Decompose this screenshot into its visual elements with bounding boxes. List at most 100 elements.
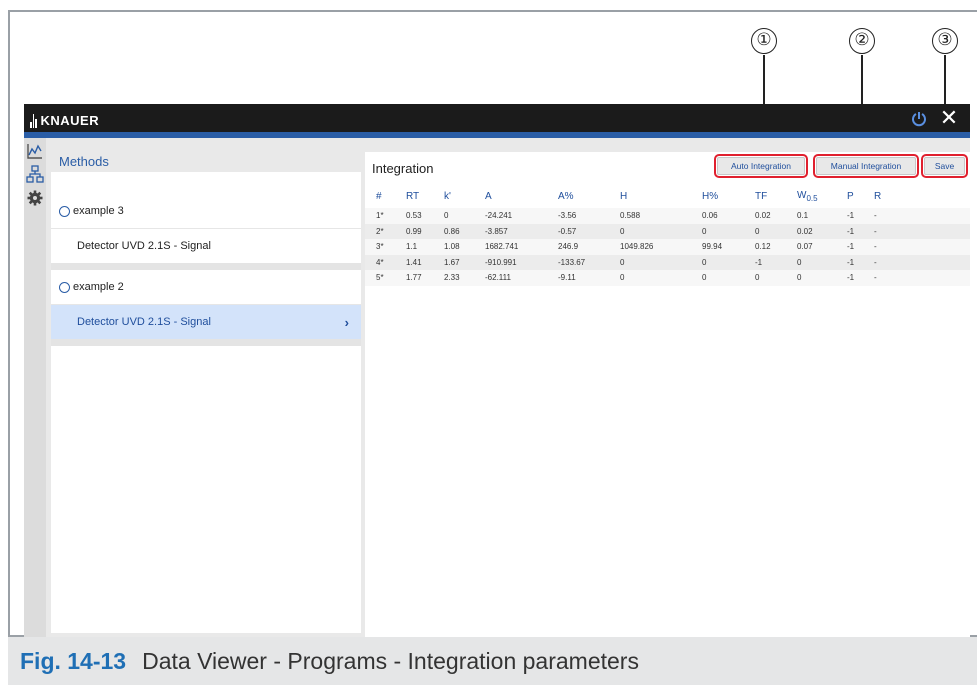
- column-header: R: [874, 191, 882, 202]
- column-header: RT: [406, 191, 420, 202]
- table-cell: -1: [755, 257, 763, 267]
- table-header-row: # RT k' A A% H H% TF W0.5 P R: [365, 185, 970, 208]
- table-cell: 0.588: [620, 211, 641, 221]
- column-header: TF: [755, 191, 768, 202]
- method-item-label: Detector UVD 2.1S - Signal: [77, 240, 211, 252]
- table-cell: 0.02: [755, 211, 771, 221]
- group-gap: [51, 263, 361, 270]
- table-cell: 1.77: [406, 273, 422, 283]
- table-cell: -3.56: [558, 211, 577, 221]
- method-item-detector-signal-selected[interactable]: Detector UVD 2.1S - Signal ›: [51, 305, 361, 339]
- table-cell: -1: [847, 226, 855, 236]
- table-cell: 0: [620, 226, 625, 236]
- table-cell: 3*: [376, 242, 384, 252]
- column-header: A: [485, 191, 492, 202]
- chart-icon[interactable]: [26, 142, 44, 160]
- table-cell: 0: [620, 257, 625, 267]
- method-group-example-2[interactable]: example 2: [51, 270, 361, 304]
- table-cell: 2.33: [444, 273, 460, 283]
- callout-2: ②: [849, 28, 875, 54]
- auto-integration-label: Auto Integration: [717, 157, 805, 175]
- table-cell: 0: [797, 273, 802, 283]
- manual-integration-label: Manual Integration: [816, 157, 916, 175]
- close-button[interactable]: ✕: [936, 107, 962, 129]
- table-row[interactable]: 1* 0.53 0 -24.241 -3.56 0.588 0.06 0.02 0.1 -1 -: [365, 208, 970, 224]
- subscript: 0.5: [806, 194, 818, 203]
- column-header: W0.5: [797, 190, 818, 203]
- brand-name: KNAUER: [40, 113, 100, 128]
- table-cell: -1: [847, 273, 855, 283]
- method-icon: [59, 205, 70, 217]
- save-label: Save: [924, 157, 965, 175]
- table-cell: 0: [444, 211, 449, 221]
- column-header: A%: [558, 191, 574, 202]
- method-item-detector-signal[interactable]: Detector UVD 2.1S - Signal: [51, 229, 361, 263]
- integration-title: Integration: [372, 161, 434, 176]
- table-cell: -910.991: [485, 257, 517, 267]
- gear-icon[interactable]: [26, 189, 44, 207]
- table-cell: 0: [797, 257, 802, 267]
- table-cell: -3.857: [485, 226, 508, 236]
- table-row[interactable]: 3* 1.1 1.08 1682.741 246.9 1049.826 99.94 0.12 0…: [365, 239, 970, 255]
- methods-title: Methods: [59, 154, 109, 169]
- chevron-right-icon: ›: [344, 315, 349, 330]
- table-cell: 4*: [376, 257, 384, 267]
- knauer-logo: KNAUER: [30, 113, 99, 128]
- callout-3: ③: [932, 28, 958, 54]
- table-body: 1* 0.53 0 -24.241 -3.56 0.588 0.06 0.02 0.1 -1-2*…: [365, 208, 970, 286]
- table-cell: -: [874, 273, 877, 283]
- network-icon[interactable]: [26, 165, 44, 183]
- knauer-app-window: KNAUER ✕ Methods example 3 Detector UVD …: [24, 104, 970, 653]
- table-cell: 0: [755, 226, 760, 236]
- table-cell: -9.11: [558, 273, 576, 283]
- table-cell: 0.06: [702, 211, 718, 221]
- table-cell: 246.9: [558, 242, 579, 252]
- figure-number: Fig. 14-13: [20, 647, 127, 674]
- column-header: P: [847, 191, 854, 202]
- table-cell: -: [874, 226, 877, 236]
- table-cell: 0.86: [444, 226, 460, 236]
- table-cell: 0: [702, 226, 707, 236]
- table-row[interactable]: 2* 0.99 0.86 -3.857 -0.57 0 0 0 0.02 -1 -: [365, 223, 970, 239]
- table-cell: 1.67: [444, 257, 460, 267]
- method-item-label: Detector UVD 2.1S - Signal: [77, 316, 211, 328]
- save-button[interactable]: Save: [921, 154, 968, 178]
- power-icon[interactable]: [910, 110, 928, 128]
- method-group-label: example 3: [73, 205, 124, 217]
- column-header: H: [620, 191, 628, 202]
- side-rail: [24, 138, 46, 637]
- table-cell: 0.07: [797, 242, 813, 252]
- table-row[interactable]: 4* 1.41 1.67 -910.991 -133.67 0 0 -1 0 -1 -: [365, 254, 970, 270]
- table-cell: 0.1: [797, 211, 809, 221]
- column-header: H%: [702, 191, 719, 202]
- integration-panel: Integration Auto Integration Manual Inte…: [365, 152, 970, 653]
- auto-integration-button[interactable]: Auto Integration: [714, 154, 808, 178]
- table-cell: 0: [620, 273, 625, 283]
- methods-list: example 3 Detector UVD 2.1S - Signal exa…: [51, 172, 361, 633]
- method-group-example-3[interactable]: example 3: [51, 194, 361, 228]
- title-accent-bar: [24, 132, 970, 138]
- table-cell: -62.111: [485, 273, 511, 283]
- figure-caption: Fig. 14-13 Data Viewer - Programs - Inte…: [8, 637, 977, 685]
- logo-bars-icon: [30, 114, 37, 128]
- manual-integration-button[interactable]: Manual Integration: [813, 154, 919, 178]
- callout-1: ①: [751, 28, 777, 54]
- table-cell: 0.02: [797, 226, 813, 236]
- table-cell: 0: [755, 273, 760, 283]
- table-cell: 2*: [376, 226, 384, 236]
- table-cell: -1: [847, 257, 855, 267]
- table-cell: 0.99: [406, 226, 422, 236]
- table-cell: 1*: [376, 211, 384, 221]
- table-cell: 1682.741: [485, 242, 519, 252]
- table-cell: -1: [847, 242, 855, 252]
- table-cell: -133.67: [558, 257, 586, 267]
- table-cell: 1.1: [406, 242, 418, 252]
- group-gap: [51, 339, 361, 346]
- column-header: #: [376, 191, 382, 202]
- table-cell: 0.53: [406, 211, 422, 221]
- table-cell: 1.41: [406, 257, 422, 267]
- table-row[interactable]: 5* 1.77 2.33 -62.111 -9.11 0 0 0 0 -1 -: [365, 270, 970, 286]
- table-cell: 5*: [376, 273, 384, 283]
- method-group-label: example 2: [73, 281, 124, 293]
- table-cell: 99.94: [702, 242, 723, 252]
